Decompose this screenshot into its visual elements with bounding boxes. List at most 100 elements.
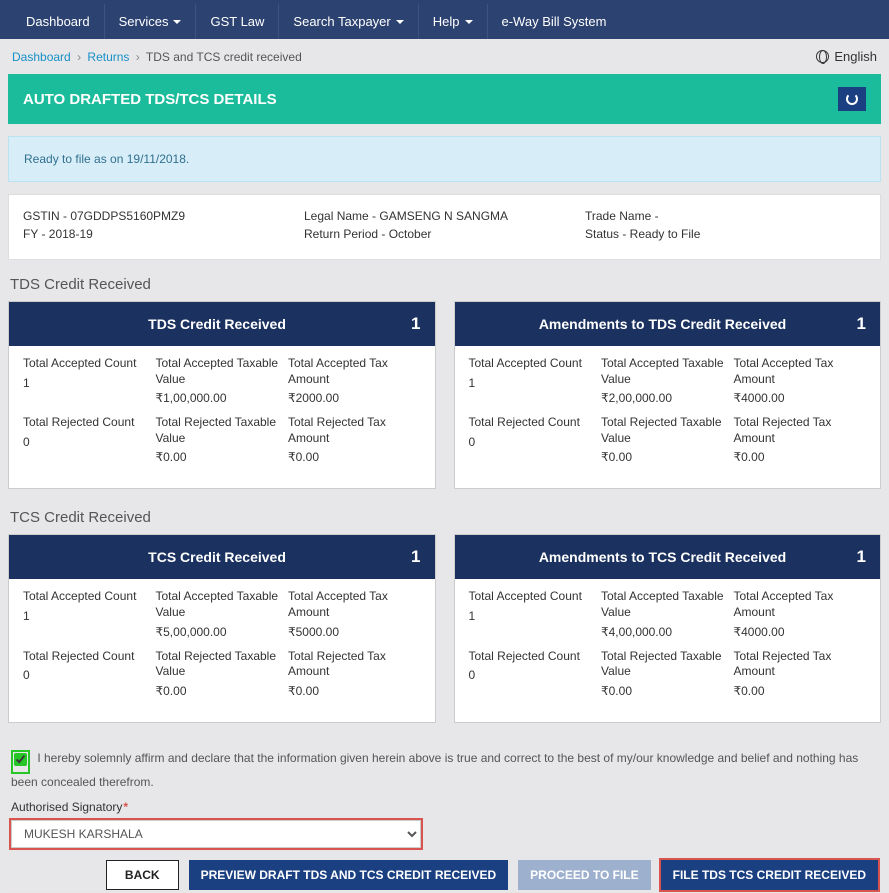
tile-title: Amendments to TCS Credit Received (469, 549, 857, 565)
nav-label: e-Way Bill System (502, 14, 607, 29)
tile-count-badge: 1 (857, 547, 866, 567)
metric-label: Total Rejected Count (23, 415, 148, 431)
tile-body: Total Accepted Count1 Total Accepted Tax… (9, 346, 435, 488)
metric-value: 0 (23, 435, 148, 449)
affirmation-checkbox[interactable] (14, 753, 27, 766)
tile-count-badge: 1 (411, 547, 420, 567)
signatory-select[interactable]: MUKESH KARSHALA (11, 820, 421, 848)
nav-label: Services (119, 14, 169, 29)
metric-value: ₹2,00,000.00 (601, 391, 726, 405)
tile-title: TCS Credit Received (23, 549, 411, 565)
metric-value: 1 (23, 609, 148, 623)
metric-value: ₹5000.00 (288, 625, 413, 639)
summary-tile[interactable]: TCS Credit Received 1 Total Accepted Cou… (8, 534, 436, 722)
chevron-down-icon (465, 20, 473, 24)
status-alert: Ready to file as on 19/11/2018. (8, 136, 881, 182)
fy-value: FY - 2018-19 (23, 227, 304, 241)
nav-gst-law[interactable]: GST Law (196, 4, 279, 39)
summary-tile[interactable]: Amendments to TDS Credit Received 1 Tota… (454, 301, 882, 489)
signatory-select-wrap: MUKESH KARSHALA (9, 818, 423, 850)
metric-value: 0 (469, 435, 594, 449)
tcs-section-heading: TCS Credit Received (10, 509, 879, 526)
affirmation-checkbox-wrap (11, 750, 30, 774)
file-tds-tcs-button[interactable]: FILE TDS TCS CREDIT RECEIVED (661, 860, 878, 890)
nav-label: GST Law (210, 14, 264, 29)
tile-body: Total Accepted Count 1 Total Accepted Tax… (455, 579, 881, 721)
signatory-label: Authorised Signatory (11, 800, 122, 814)
tile-body: Total Accepted Count 1 Total Accepted Tax… (455, 346, 881, 488)
metric-label: Total Accepted Tax Amount (288, 589, 413, 620)
metric-label: Total Accepted Taxable Value (601, 356, 726, 387)
metric-label: Total Accepted Tax Amount (734, 589, 859, 620)
nav-help[interactable]: Help (419, 4, 488, 39)
metric-value: 1 (469, 376, 594, 390)
nav-dashboard[interactable]: Dashboard (12, 4, 105, 39)
metric-label: Total Rejected Taxable Value (156, 649, 281, 680)
metric-value: ₹0.00 (288, 684, 413, 698)
summary-tile[interactable]: Amendments to TCS Credit Received 1 Tota… (454, 534, 882, 722)
breadcrumb-separator: › (77, 50, 81, 64)
tile-count-badge: 1 (411, 314, 420, 334)
nav-label: Help (433, 14, 460, 29)
refresh-button[interactable] (838, 87, 866, 111)
nav-search-taxpayer[interactable]: Search Taxpayer (279, 4, 418, 39)
affirmation-text: I hereby solemnly affirm and declare tha… (11, 751, 858, 789)
breadcrumb-current: TDS and TCS credit received (146, 50, 302, 64)
main-nav: Dashboard Services GST Law Search Taxpay… (0, 4, 889, 39)
metric-label: Total Rejected Count (469, 415, 594, 431)
metric-label: Total Accepted Tax Amount (734, 356, 859, 387)
metric-value: ₹0.00 (601, 450, 726, 464)
metric-label: Total Accepted Taxable Value (156, 356, 281, 387)
metric-label: Total Accepted Count (469, 589, 594, 605)
metric-label: Total Rejected Tax Amount (288, 649, 413, 680)
banner-title: AUTO DRAFTED TDS/TCS DETAILS (23, 91, 277, 108)
action-buttons-row: BACK PREVIEW DRAFT TDS AND TCS CREDIT RE… (9, 850, 880, 892)
metric-label: Total Rejected Taxable Value (601, 415, 726, 446)
breadcrumb: Dashboard › Returns › TDS and TCS credit… (12, 50, 302, 64)
metric-label: Total Accepted Tax Amount (288, 356, 413, 387)
metric-label: Total Accepted Count (23, 356, 148, 372)
breadcrumb-returns[interactable]: Returns (87, 50, 129, 64)
taxpayer-info-panel: GSTIN - 07GDDPS5160PMZ9 FY - 2018-19 Leg… (8, 194, 881, 260)
nav-services[interactable]: Services (105, 4, 197, 39)
metric-value: ₹0.00 (288, 450, 413, 464)
tile-header: Amendments to TDS Credit Received 1 (455, 302, 881, 346)
language-label: English (834, 49, 877, 64)
gstin-value: GSTIN - 07GDDPS5160PMZ9 (23, 209, 304, 223)
metric-label: Total Accepted Count (469, 356, 594, 372)
nav-label: Dashboard (26, 14, 90, 29)
breadcrumb-dashboard[interactable]: Dashboard (12, 50, 71, 64)
required-indicator: * (123, 800, 128, 814)
metric-label: Total Rejected Tax Amount (288, 415, 413, 446)
nav-eway-bill[interactable]: e-Way Bill System (488, 4, 621, 39)
metric-value: ₹4000.00 (734, 625, 859, 639)
metric-value: ₹0.00 (156, 450, 281, 464)
metric-label: Total Rejected Tax Amount (734, 649, 859, 680)
tile-header: TDS Credit Received 1 (9, 302, 435, 346)
metric-value: 0 (23, 668, 148, 682)
page-banner: AUTO DRAFTED TDS/TCS DETAILS (8, 74, 881, 124)
nav-label: Search Taxpayer (293, 14, 390, 29)
legal-name-value: Legal Name - GAMSENG N SANGMA (304, 209, 585, 223)
metric-value: ₹1,00,000.00 (156, 391, 281, 405)
tile-header: Amendments to TCS Credit Received 1 (455, 535, 881, 579)
metric-value: ₹0.00 (156, 684, 281, 698)
breadcrumb-separator: › (136, 50, 140, 64)
tds-section-heading: TDS Credit Received (10, 276, 879, 293)
return-period-value: Return Period - October (304, 227, 585, 241)
metric-value: ₹0.00 (601, 684, 726, 698)
tile-count-badge: 1 (857, 314, 866, 334)
tile-title: TDS Credit Received (23, 316, 411, 332)
trade-name-value: Trade Name - (585, 209, 866, 223)
chevron-down-icon (173, 20, 181, 24)
affirmation-panel: I hereby solemnly affirm and declare tha… (8, 743, 881, 893)
back-button[interactable]: BACK (106, 860, 179, 890)
metric-value: ₹4,00,000.00 (601, 625, 726, 639)
metric-label: Total Rejected Tax Amount (734, 415, 859, 446)
preview-button[interactable]: PREVIEW DRAFT TDS AND TCS CREDIT RECEIVE… (189, 860, 509, 890)
metric-label: Total Rejected Taxable Value (156, 415, 281, 446)
summary-tile[interactable]: TDS Credit Received 1 Total Accepted Cou… (8, 301, 436, 489)
proceed-to-file-button[interactable]: PROCEED TO FILE (518, 860, 650, 890)
metric-value: 1 (469, 609, 594, 623)
language-selector[interactable]: English (816, 49, 877, 64)
